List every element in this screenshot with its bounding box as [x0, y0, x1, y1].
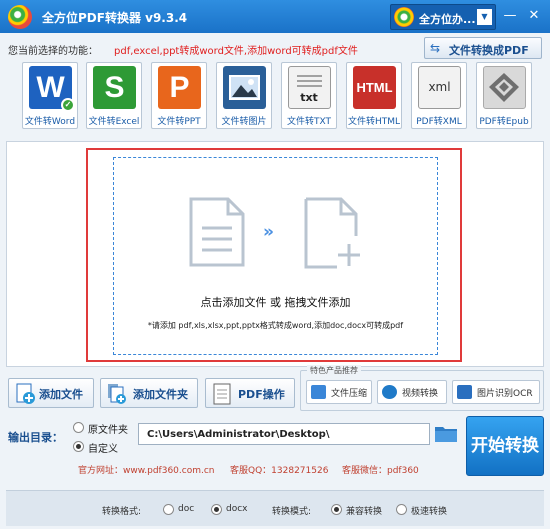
add-folder-button[interactable]: 添加文件夹	[100, 378, 198, 408]
epub-icon	[483, 66, 526, 109]
func-label: 文件转PPT	[157, 117, 201, 127]
output-source-radio[interactable]	[73, 422, 84, 433]
output-source-label: 原文件夹	[88, 425, 128, 436]
add-folder-icon	[108, 384, 126, 404]
pdf-operations-label: PDF操作	[238, 388, 285, 401]
folder-icon[interactable]	[434, 424, 458, 443]
func-label: 文件转图片	[221, 117, 267, 127]
word-icon: W ✓	[29, 66, 75, 112]
format-docx-label: docx	[226, 504, 248, 514]
featured-products-group: 特色产品推荐 文件压缩 视频转换 图片识别OCR	[300, 365, 544, 411]
pdf-file-icon	[213, 383, 231, 405]
format-doc-radio[interactable]	[163, 504, 174, 515]
image-ocr-button[interactable]: 图片识别OCR	[452, 380, 540, 404]
video-convert-button[interactable]: 视频转换	[377, 380, 447, 404]
func-label: 文件转Word	[24, 117, 76, 127]
output-path-input[interactable]	[138, 423, 430, 445]
add-document-icon	[304, 197, 360, 269]
app-logo-icon	[8, 5, 32, 29]
swap-arrows-icon: ⇆	[430, 41, 441, 55]
html-icon: HTML	[353, 66, 396, 109]
image-ocr-label: 图片识别OCR	[477, 389, 533, 399]
document-icon	[189, 197, 245, 267]
website-info: 官方网址：www.pdf360.com.cn	[78, 466, 215, 476]
func-to-ppt[interactable]: P 文件转PPT	[151, 62, 207, 129]
func-to-word[interactable]: W ✓ 文件转Word	[22, 62, 78, 129]
func-label: PDF转XML	[416, 117, 462, 127]
mode-label: 转换模式:	[272, 507, 312, 517]
window-title: 全方位PDF转换器 v9.3.4	[42, 11, 188, 25]
minimize-button[interactable]: —	[502, 8, 518, 24]
drop-zone-hint: *请添加 pdf,xls,xlsx,ppt,pptx格式转成word,添加doc…	[147, 321, 404, 330]
image-icon	[223, 66, 266, 109]
compress-icon	[311, 385, 326, 399]
format-docx-radio[interactable]	[211, 504, 222, 515]
ppt-icon: P	[158, 66, 201, 109]
func-pdf-to-xml[interactable]: xml PDF转XML	[411, 62, 467, 129]
output-directory-label: 输出目录：	[8, 431, 63, 444]
output-custom-label: 自定义	[88, 444, 118, 455]
svg-text:txt: txt	[300, 91, 318, 104]
format-label: 转换格式:	[102, 507, 142, 517]
convert-to-pdf-button[interactable]: ⇆ 文件转换成PDF	[424, 37, 542, 59]
drop-zone-title: 点击添加文件 或 拖拽文件添加	[200, 296, 351, 309]
func-label: 文件转TXT	[286, 117, 331, 127]
func-label: 文件转Excel	[88, 117, 140, 127]
start-convert-button[interactable]: 开始转换	[466, 416, 544, 476]
add-file-label: 添加文件	[39, 388, 83, 401]
file-compress-button[interactable]: 文件压缩	[306, 380, 372, 404]
output-custom-radio[interactable]	[73, 441, 84, 452]
func-to-image[interactable]: 文件转图片	[216, 62, 272, 129]
add-file-button[interactable]: 添加文件	[8, 378, 94, 408]
func-pdf-to-epub[interactable]: PDF转Epub	[476, 62, 532, 129]
mode-fast-radio[interactable]	[396, 504, 407, 515]
add-folder-label: 添加文件夹	[133, 388, 188, 401]
title-bar: 全方位PDF转换器 v9.3.4 全方位办... ▼ — ✕	[0, 0, 550, 33]
txt-icon: txt	[288, 66, 331, 109]
mode-compat-label: 兼容转换	[346, 507, 383, 517]
product-switch-dropdown[interactable]: 全方位办... ▼	[390, 4, 496, 30]
func-to-excel[interactable]: S 文件转Excel	[86, 62, 142, 129]
func-to-txt[interactable]: txt 文件转TXT	[281, 62, 337, 129]
double-chevron-right-icon: »	[263, 222, 274, 242]
mode-compat-radio[interactable]	[331, 504, 342, 515]
chevron-down-icon[interactable]: ▼	[477, 9, 492, 25]
mode-fast-label: 极速转换	[411, 507, 448, 517]
pdf-operations-button[interactable]: PDF操作	[205, 378, 295, 408]
selection-description: pdf,excel,ppt转成word文件,添加word可转成pdf文件	[114, 46, 358, 57]
format-doc-label: doc	[178, 504, 195, 514]
ocr-icon	[457, 385, 472, 399]
selection-label: 您当前选择的功能：	[8, 46, 98, 57]
add-file-icon	[16, 383, 35, 404]
func-label: PDF转Epub	[479, 117, 529, 127]
video-icon	[382, 385, 397, 399]
close-button[interactable]: ✕	[526, 8, 542, 24]
checkmark-icon: ✓	[61, 98, 75, 112]
excel-icon: S	[93, 66, 136, 109]
xml-icon: xml	[418, 66, 461, 109]
featured-products-title: 特色产品推荐	[307, 365, 361, 376]
func-label: 文件转HTML	[347, 117, 401, 127]
product-logo-icon	[394, 7, 414, 27]
func-to-html[interactable]: HTML 文件转HTML	[346, 62, 402, 129]
wechat-info: 客服微信：pdf360	[342, 466, 419, 476]
convert-to-pdf-label: 文件转换成PDF	[449, 44, 529, 57]
file-compress-label: 文件压缩	[331, 389, 368, 399]
qq-info: 客服QQ：1328271526	[230, 466, 329, 476]
video-convert-label: 视频转换	[402, 389, 439, 399]
product-switch-label: 全方位办...	[419, 13, 476, 26]
